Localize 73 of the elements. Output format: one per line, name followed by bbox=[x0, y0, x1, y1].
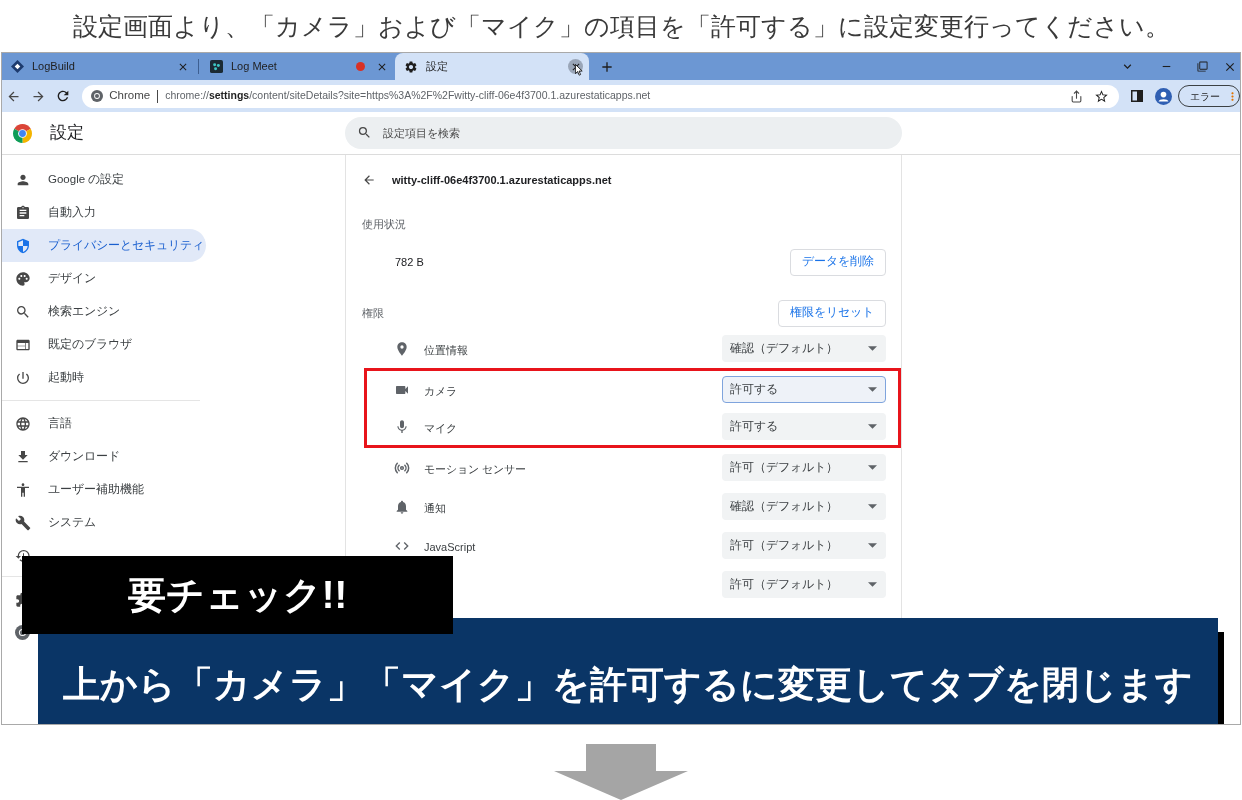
browser-tab[interactable]: LogBuild bbox=[2, 53, 196, 80]
down-arrow-icon bbox=[554, 744, 688, 800]
chrome-logo-icon bbox=[91, 90, 104, 102]
address-bar[interactable]: Chrome chrome://settings/content/siteDetails?site=https%3A%2F%2Fwitty-cliff-06e4f3700.1.azurestaticapps.net bbox=[82, 84, 1119, 108]
bell-icon bbox=[394, 498, 410, 515]
gear-icon bbox=[404, 59, 418, 74]
sidebar-item[interactable]: ユーザー補助機能 bbox=[2, 473, 206, 506]
dropdown-caret-icon bbox=[868, 504, 877, 509]
clear-data-button[interactable]: データを削除 bbox=[790, 248, 886, 276]
wrench-icon bbox=[15, 514, 31, 531]
side-panel-icon[interactable] bbox=[1131, 90, 1143, 102]
sidebar-item[interactable]: Google の設定 bbox=[2, 163, 206, 196]
site-title: witty-cliff-06e4f3700.1.azurestaticapps.net bbox=[392, 172, 612, 188]
palette-icon bbox=[15, 270, 31, 287]
map-pin-icon bbox=[394, 340, 410, 357]
page-title: 設定 bbox=[50, 122, 84, 145]
sidebar-item[interactable]: 言語 bbox=[2, 407, 206, 440]
permission-dropdown[interactable]: 許可（デフォルト） bbox=[722, 454, 886, 481]
permission-label: マイク bbox=[424, 421, 457, 434]
permission-label: モーション センサー bbox=[424, 462, 527, 475]
permission-dropdown[interactable]: 確認（デフォルト） bbox=[722, 493, 886, 520]
permission-dropdown[interactable]: 許可する bbox=[722, 376, 886, 403]
browser-tab[interactable]: 設定 bbox=[395, 53, 589, 80]
sidebar-item[interactable]: 起動時 bbox=[2, 361, 206, 394]
microphone-icon bbox=[394, 418, 410, 435]
sidebar-item[interactable]: ダウンロード bbox=[2, 440, 206, 473]
caption-text: 設定画面より、「カメラ」および「マイク」の項目を「許可する」に設定変更行ってください。 bbox=[72, 13, 1170, 39]
globe-icon bbox=[15, 415, 31, 432]
profile-avatar-icon[interactable] bbox=[1155, 87, 1172, 105]
star-icon[interactable] bbox=[1094, 88, 1109, 104]
accessibility-icon bbox=[15, 481, 31, 498]
share-icon[interactable] bbox=[1070, 89, 1083, 103]
permission-label: カメラ bbox=[424, 384, 457, 397]
permission-label: 位置情報 bbox=[424, 343, 468, 356]
sidebar-item[interactable]: システム bbox=[2, 506, 206, 539]
browser-tab[interactable]: Log Meet bbox=[201, 53, 395, 80]
sidebar-item[interactable]: 自動入力 bbox=[2, 196, 206, 229]
power-icon bbox=[15, 369, 31, 386]
sidebar-item[interactable]: プライバシーとセキュリティ bbox=[2, 229, 206, 262]
restore-icon[interactable] bbox=[1196, 61, 1208, 72]
shield-icon bbox=[15, 237, 31, 254]
clipboard-icon bbox=[15, 204, 31, 221]
mouse-pointer-icon bbox=[575, 64, 583, 76]
search-field[interactable]: 設定項目を検索 bbox=[345, 117, 902, 149]
chrome-logo-icon bbox=[13, 123, 32, 143]
reset-permissions-button[interactable]: 権限をリセット bbox=[778, 299, 886, 327]
url-text: chrome://settings/content/siteDetails?site=https%3A%2F%2Fwitty-cliff-06e4f3700.1.azurestaticapps.net bbox=[165, 88, 651, 104]
check-badge: 要チェック!! bbox=[22, 556, 453, 634]
permission-label: 通知 bbox=[424, 501, 446, 514]
back-arrow-icon[interactable] bbox=[362, 173, 376, 187]
site-chip-label: Chrome bbox=[109, 88, 151, 104]
permission-dropdown[interactable]: 許可（デフォルト） bbox=[722, 571, 886, 598]
sidebar-item[interactable]: デザイン bbox=[2, 262, 206, 295]
dropdown-caret-icon bbox=[868, 543, 877, 548]
dropdown-caret-icon bbox=[868, 424, 877, 429]
dropdown-caret-icon bbox=[868, 582, 877, 587]
permission-dropdown[interactable]: 許可する bbox=[722, 413, 886, 440]
sidebar-item[interactable]: 既定のブラウザ bbox=[2, 328, 206, 361]
search-icon bbox=[15, 303, 31, 320]
dropdown-caret-icon bbox=[868, 346, 877, 351]
sidebar-item[interactable]: 検索エンジン bbox=[2, 295, 206, 328]
dropdown-caret-icon bbox=[868, 465, 877, 470]
permission-label: JavaScript bbox=[424, 540, 476, 553]
download-icon bbox=[15, 448, 31, 465]
search-icon bbox=[357, 125, 372, 140]
permission-dropdown[interactable]: 確認（デフォルト） bbox=[722, 335, 886, 362]
usage-amount: 782 B bbox=[395, 254, 424, 270]
section-heading: 使用状況 bbox=[362, 216, 406, 232]
square-logo-icon bbox=[210, 60, 223, 73]
dropdown-caret-icon bbox=[868, 387, 877, 392]
diamond-logo-icon bbox=[11, 60, 24, 73]
section-heading: 権限 bbox=[362, 305, 384, 321]
permission-dropdown[interactable]: 許可（デフォルト） bbox=[722, 532, 886, 559]
